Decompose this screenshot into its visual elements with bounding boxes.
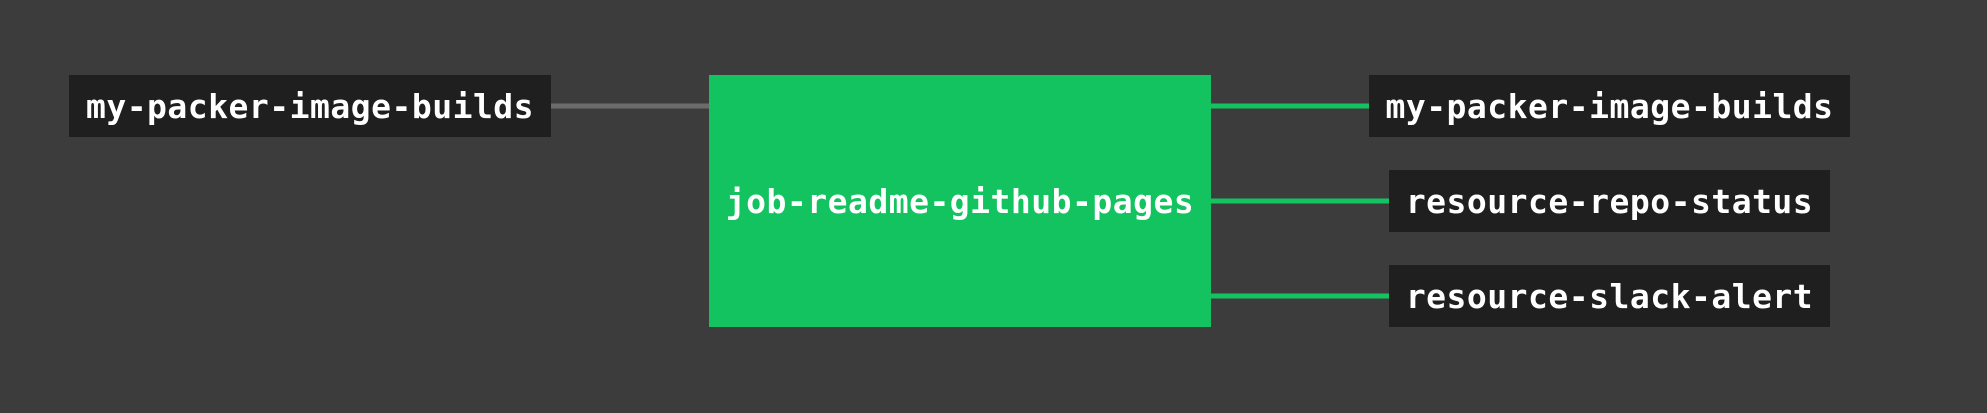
input-resource-label: my-packer-image-builds	[85, 86, 535, 126]
output-resource-my-packer-image-builds[interactable]: my-packer-image-builds	[1369, 75, 1850, 137]
output-resource-repo-status[interactable]: resource-repo-status	[1389, 170, 1830, 232]
output-resource-label: resource-repo-status	[1405, 181, 1814, 221]
job-label: job-readme-github-pages	[725, 181, 1195, 221]
output-resource-label: resource-slack-alert	[1405, 276, 1814, 316]
job-readme-github-pages-node[interactable]: job-readme-github-pages	[709, 75, 1211, 327]
output-resource-slack-alert[interactable]: resource-slack-alert	[1389, 265, 1830, 327]
pipeline-canvas: my-packer-image-builds job-readme-github…	[0, 0, 1987, 413]
output-resource-label: my-packer-image-builds	[1385, 86, 1834, 126]
input-resource-my-packer-image-builds[interactable]: my-packer-image-builds	[69, 75, 551, 137]
